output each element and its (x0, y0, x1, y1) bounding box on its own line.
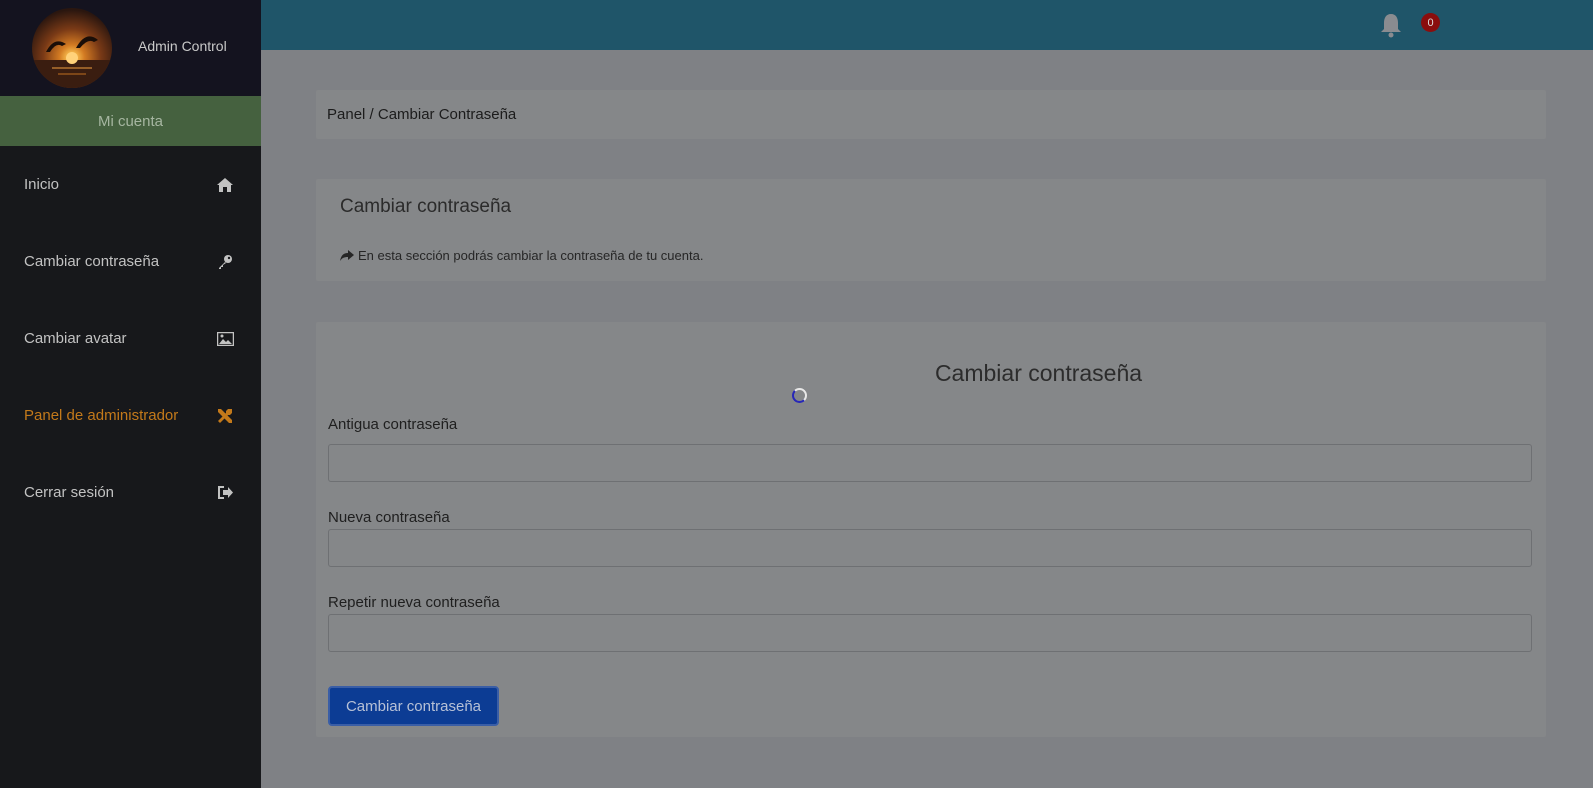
my-account-link[interactable]: Mi cuenta (0, 96, 261, 146)
loading-spinner-icon (792, 388, 807, 403)
repeat-password-input[interactable] (328, 614, 1532, 652)
notifications-badge: 0 (1421, 13, 1440, 32)
avatar[interactable] (32, 8, 112, 88)
sidebar-item-cambiar-contrasena[interactable]: Cambiar contraseña (0, 223, 261, 300)
breadcrumb: Panel / Cambiar Contraseña (316, 90, 1546, 139)
change-password-button[interactable]: Cambiar contraseña (328, 686, 499, 726)
old-password-label: Antigua contraseña (328, 416, 458, 433)
info-card: Cambiar contraseña En esta sección podrá… (316, 179, 1546, 281)
old-password-input[interactable] (328, 444, 1532, 482)
sidebar: Admin Control Mi cuenta Inicio Cambiar c… (0, 0, 261, 788)
sign-out-icon (215, 483, 235, 503)
sidebar-item-label: Cerrar sesión (24, 484, 115, 501)
sidebar-item-cambiar-avatar[interactable]: Cambiar avatar (0, 300, 261, 377)
sidebar-nav: Inicio Cambiar contraseña Cambiar avatar… (0, 146, 261, 531)
sidebar-item-cerrar-sesion[interactable]: Cerrar sesión (0, 454, 261, 531)
info-text: En esta sección podrás cambiar la contra… (358, 248, 704, 263)
admin-name: Admin Control (138, 38, 227, 54)
sidebar-header: Admin Control (0, 0, 261, 96)
tools-icon (215, 406, 235, 426)
sidebar-item-label: Cambiar avatar (24, 330, 127, 347)
share-arrow-icon (340, 249, 354, 261)
sidebar-item-label: Cambiar contraseña (24, 253, 160, 270)
sidebar-item-panel-administrador[interactable]: Panel de administrador (0, 377, 261, 454)
sidebar-item-inicio[interactable]: Inicio (0, 146, 261, 223)
home-icon (215, 175, 235, 195)
key-icon (215, 252, 235, 272)
info-title: Cambiar contraseña (340, 196, 512, 217)
new-password-input[interactable] (328, 529, 1532, 567)
sidebar-item-label: Inicio (24, 176, 60, 193)
repeat-password-label: Repetir nueva contraseña (328, 594, 500, 611)
dolphins-sunset-image (32, 36, 112, 88)
change-password-form: Cambiar contraseña Antigua contraseña Nu… (316, 322, 1546, 737)
form-title: Cambiar contraseña (934, 360, 1143, 386)
info-description: En esta sección podrás cambiar la contra… (340, 248, 703, 263)
sidebar-item-label: Panel de administrador (24, 407, 179, 424)
new-password-label: Nueva contraseña (328, 509, 450, 526)
top-bar: 0 (261, 0, 1593, 50)
image-icon (215, 329, 235, 349)
notifications-bell-icon[interactable] (1378, 12, 1404, 38)
